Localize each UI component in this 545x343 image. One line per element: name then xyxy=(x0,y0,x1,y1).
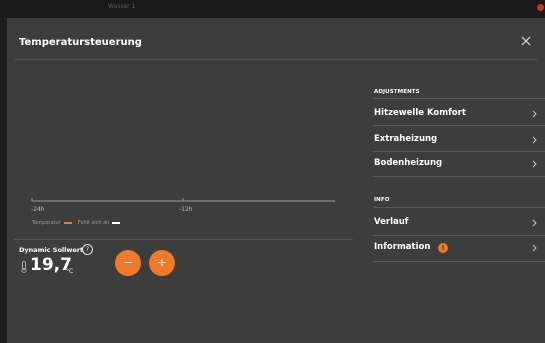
background-window-bar: Wasser 1 xyxy=(0,0,545,18)
menu-item-verlauf[interactable]: Verlauf xyxy=(373,211,545,235)
info-heading: INFO xyxy=(374,197,390,203)
menu-divider xyxy=(373,176,545,177)
menu-item-label: Extraheizung xyxy=(374,134,438,144)
legend-label-feels-like: Fühlt sich an xyxy=(77,220,110,226)
chevron-right-icon xyxy=(532,110,537,118)
setpoint-label: Dynamic Sollwert xyxy=(19,246,84,254)
thermometer-icon xyxy=(21,261,27,273)
menu-item-bodenheizung[interactable]: Bodenheizung xyxy=(373,152,545,176)
menu-divider xyxy=(373,261,545,262)
help-icon[interactable]: ? xyxy=(82,244,93,255)
dialog-title: Temperatursteuerung xyxy=(19,37,142,48)
increase-setpoint-button[interactable]: + xyxy=(149,250,175,276)
setpoint-unit: °C xyxy=(66,268,74,275)
chevron-right-icon xyxy=(532,136,537,144)
tick-label-24h: -24h xyxy=(31,206,45,213)
setpoint-divider xyxy=(14,239,353,240)
menu-item-extraheizung[interactable]: Extraheizung xyxy=(373,128,545,152)
menu-item-information[interactable]: Information ! xyxy=(373,236,545,260)
background-window-title: Wasser 1 xyxy=(108,3,136,10)
chart-legend: Temperatur Fühlt sich an xyxy=(32,220,126,226)
legend-swatch-feels-like xyxy=(112,222,121,224)
chevron-right-icon xyxy=(532,219,537,227)
close-icon[interactable] xyxy=(519,34,533,48)
legend-label-temperature: Temperatur xyxy=(32,220,61,226)
decrease-setpoint-button[interactable]: − xyxy=(115,250,141,276)
menu-item-label: Bodenheizung xyxy=(374,158,443,168)
chevron-right-icon xyxy=(532,160,537,168)
legend-swatch-temperature xyxy=(63,222,72,224)
temperature-control-dialog: Temperatursteuerung -24h -12h Temperatur… xyxy=(7,18,545,343)
menu-item-label: Hitzewelle Komfort xyxy=(374,108,466,118)
adjustments-heading: ADJUSTMENTS xyxy=(374,89,420,95)
info-badge-icon: ! xyxy=(438,243,448,253)
adjustments-divider-top xyxy=(373,98,545,99)
background-close-dot-icon xyxy=(537,4,544,11)
menu-divider xyxy=(373,125,545,126)
chevron-right-icon xyxy=(532,244,537,252)
header-divider xyxy=(14,59,538,60)
info-divider-top xyxy=(373,207,545,208)
menu-item-label: Verlauf xyxy=(374,217,409,227)
menu-item-hitzewelle-komfort[interactable]: Hitzewelle Komfort xyxy=(373,102,545,126)
menu-item-label: Information xyxy=(374,242,431,252)
tick-label-12h: -12h xyxy=(179,206,193,213)
